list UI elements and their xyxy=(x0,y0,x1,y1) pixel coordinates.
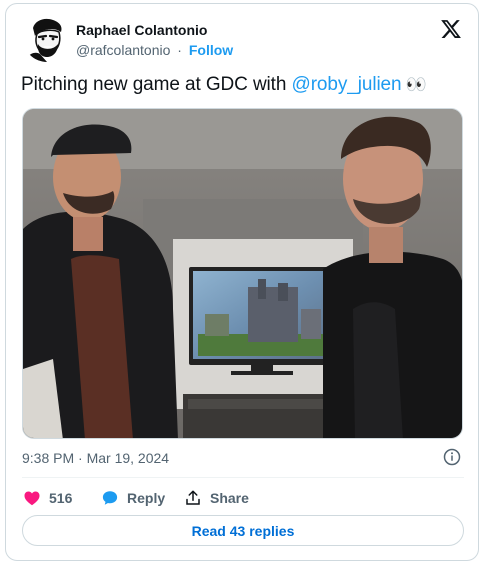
avatar-illustration xyxy=(23,14,71,62)
like-button[interactable]: 516 xyxy=(23,487,72,509)
follow-button[interactable]: Follow xyxy=(189,42,233,58)
tweet-card: Raphael Colantonio @rafcolantonio · Foll… xyxy=(5,3,479,561)
separator-dot: · xyxy=(177,42,182,58)
share-label: Share xyxy=(210,490,249,506)
author-avatar[interactable] xyxy=(23,14,71,62)
tweet-timestamp[interactable]: 9:38 PM · Mar 19, 2024 xyxy=(22,450,169,466)
author-handle-row: @rafcolantonio · Follow xyxy=(76,42,233,58)
share-button[interactable]: Share xyxy=(184,487,249,509)
author-handle[interactable]: @rafcolantonio xyxy=(76,42,170,58)
tweet-text: Pitching new game at GDC with @roby_juli… xyxy=(21,74,427,96)
mention-link[interactable]: @roby_julien xyxy=(292,74,402,95)
x-logo-icon[interactable] xyxy=(440,18,464,42)
share-upload-icon xyxy=(186,490,200,505)
reply-label: Reply xyxy=(127,490,166,506)
author-name[interactable]: Raphael Colantonio xyxy=(76,22,207,38)
eyes-emoji: 👀 xyxy=(405,75,427,94)
heart-icon xyxy=(24,491,40,506)
tweet-photo[interactable] xyxy=(22,108,463,439)
reply-bubble-icon xyxy=(102,491,118,505)
read-replies-button[interactable]: Read 43 replies xyxy=(22,515,464,546)
like-count: 516 xyxy=(49,490,73,506)
divider xyxy=(22,477,464,478)
photo-image xyxy=(23,109,462,438)
tweet-text-body: Pitching new game at GDC with xyxy=(21,74,292,95)
info-icon[interactable] xyxy=(443,448,461,466)
reply-button[interactable]: Reply xyxy=(101,487,165,509)
